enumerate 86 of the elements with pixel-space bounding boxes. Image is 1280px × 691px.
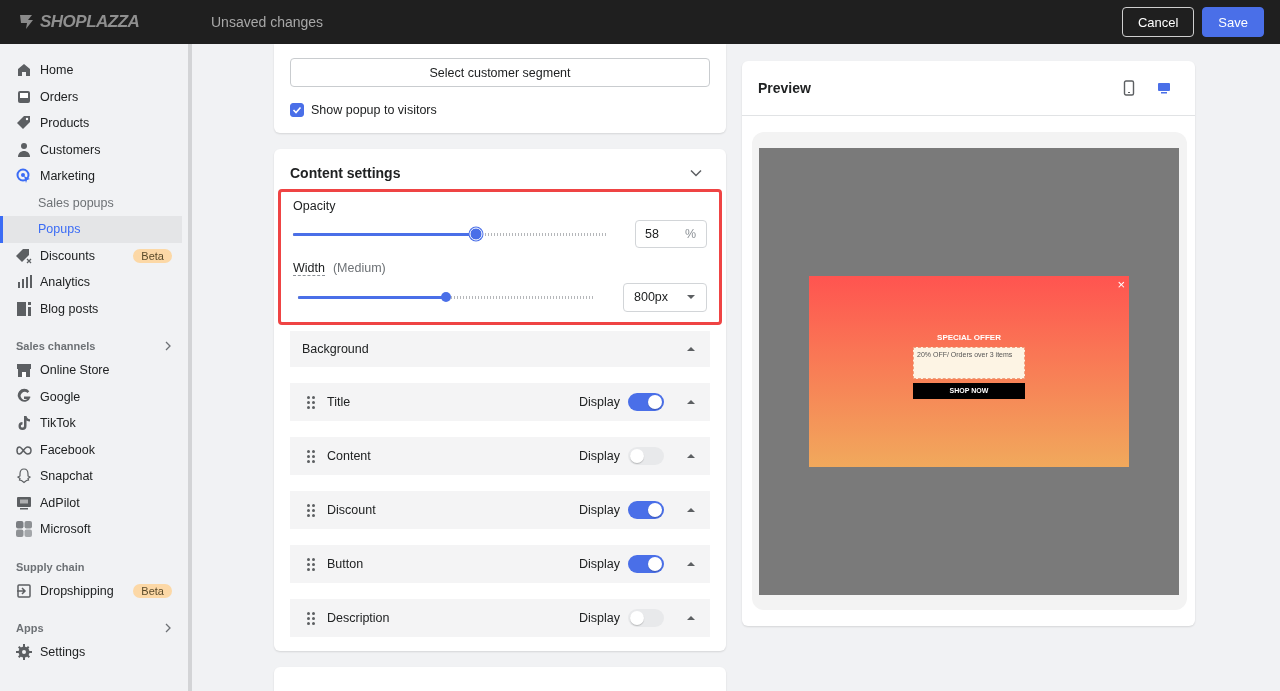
display-toggle[interactable] [628,447,664,465]
caret-icon[interactable] [686,346,696,352]
toggle-label: Display [579,503,620,517]
drag-handle-icon[interactable] [307,611,315,625]
caret-icon[interactable] [686,399,696,405]
opacity-input[interactable]: 58 % [635,220,707,248]
sidebar-item[interactable]: Analytics [0,269,188,296]
sidebar-item[interactable]: Customers [0,136,188,163]
sidebar-item[interactable]: Discounts Beta [0,242,188,269]
tag-icon [15,246,33,265]
toggle-label: Display [579,395,620,409]
field-label: Opacity [293,199,337,213]
sidebar-item[interactable]: Dropshipping Beta [0,577,188,604]
sidebar-item[interactable]: TikTok [0,410,188,437]
caret-icon[interactable] [686,561,696,567]
sidebar-item[interactable]: Home [0,57,188,84]
section-label: Discount [327,503,377,517]
caret-icon [686,294,696,300]
section-heading: Supply chain [16,560,85,573]
sidebar-item[interactable]: AdPilot [0,489,188,516]
grid-icon [15,520,33,539]
field-label: Width [293,261,325,276]
chevron-right-icon[interactable] [164,623,172,633]
sidebar-item[interactable]: Snapchat [0,463,188,490]
chevron-down-icon[interactable] [690,169,702,177]
sidebar-item[interactable]: Settings [0,639,188,666]
sidebar-item[interactable]: Google [0,383,188,410]
phone-icon[interactable] [1123,80,1135,96]
display-toggle[interactable] [628,393,664,411]
chevron-right-icon[interactable] [164,341,172,351]
section-row[interactable]: Content Display [290,437,710,475]
drag-handle-icon[interactable] [307,395,315,409]
desktop-icon[interactable] [1157,81,1171,95]
display-toggle[interactable] [628,609,664,627]
toggle-label: Display [579,449,620,463]
store-icon [15,361,33,380]
import-icon [15,581,33,600]
popup-title: SPECIAL OFFER [937,332,1001,342]
section-row[interactable]: Description Display [290,599,710,637]
document-icon [15,299,33,318]
checkbox[interactable] [290,103,304,117]
logo-text: SHOPLAZZA [40,12,140,32]
caret-icon[interactable] [686,453,696,459]
checkbox-label: Show popup to visitors [311,103,437,117]
sidebar-subitem[interactable]: Popups [0,216,182,243]
width-select[interactable]: 800px [623,282,707,312]
caret-icon[interactable] [686,615,696,621]
cancel-button[interactable]: Cancel [1121,7,1195,37]
sidebar-subitem[interactable]: Sales popups [0,189,182,216]
section-label: Title [327,395,352,409]
save-button[interactable]: Save [1202,7,1264,37]
display-toggle[interactable] [628,501,664,519]
sidebar-item[interactable]: Facebook [0,436,188,463]
sidebar-item[interactable]: Marketing [0,163,188,190]
caret-icon[interactable] [686,507,696,513]
section-row[interactable]: Discount Display [290,491,710,529]
toggle-label: Display [579,611,620,625]
display-toggle[interactable] [628,555,664,573]
section-heading: Sales channels [16,340,96,352]
section-heading: Apps [16,622,44,634]
person-icon [15,140,33,159]
beta-badge: Beta [133,583,172,598]
select-segment-button[interactable]: Select customer segment [290,58,710,87]
sidebar-item[interactable]: Orders [0,83,188,110]
drag-handle-icon[interactable] [307,503,315,517]
card-title: Content settings [290,165,401,181]
card-title: Preview [758,80,811,96]
ghost-icon [15,467,33,486]
section-row[interactable]: Title Display [290,383,710,421]
section-row[interactable]: Button Display [290,545,710,583]
section-label: Content [327,449,372,463]
checkmark-icon [292,105,302,115]
status-text: Unsaved changes [211,14,325,30]
sidebar-item[interactable]: Microsoft [0,516,188,543]
sidebar-item[interactable]: Products [0,110,188,137]
toggle-label: Display [579,557,620,571]
section-label: Button [327,557,365,571]
sidebar-item[interactable]: Blog posts [0,295,188,322]
beta-badge: Beta [133,248,172,263]
hint-text: (Medium) [332,261,386,276]
settings-icon [15,643,33,662]
sidebar-item[interactable]: Online Store [0,357,188,384]
section-row[interactable]: Background [290,331,710,367]
section-label: Description [327,611,391,625]
drag-handle-icon[interactable] [307,449,315,463]
drag-handle-icon[interactable] [307,557,315,571]
